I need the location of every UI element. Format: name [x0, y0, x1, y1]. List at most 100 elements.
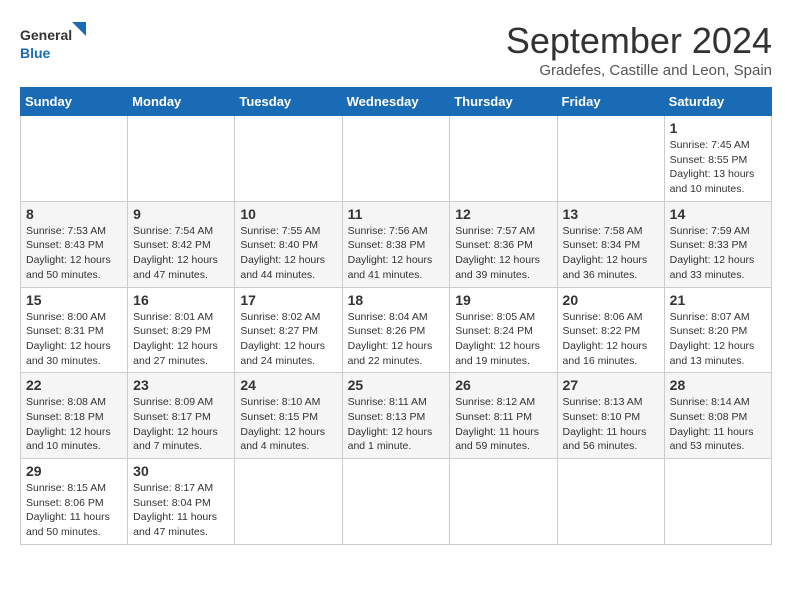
day-number: 16 — [133, 292, 229, 308]
day-info: Sunrise: 7:54 AMSunset: 8:42 PMDaylight:… — [133, 225, 218, 281]
calendar-day: 10 Sunrise: 7:55 AMSunset: 8:40 PMDaylig… — [235, 201, 342, 287]
weekday-header-sunday: Sunday — [21, 88, 128, 116]
day-number: 10 — [240, 206, 336, 222]
day-info: Sunrise: 8:05 AMSunset: 8:24 PMDaylight:… — [455, 311, 540, 367]
day-number: 27 — [563, 377, 659, 393]
day-info: Sunrise: 8:11 AMSunset: 8:13 PMDaylight:… — [348, 396, 433, 452]
weekday-header-wednesday: Wednesday — [342, 88, 450, 116]
calendar-day: 18 Sunrise: 8:04 AMSunset: 8:26 PMDaylig… — [342, 287, 450, 373]
day-number: 26 — [455, 377, 551, 393]
day-number: 29 — [26, 463, 122, 479]
calendar-week-row: 15 Sunrise: 8:00 AMSunset: 8:31 PMDaylig… — [21, 287, 772, 373]
weekday-header-monday: Monday — [128, 88, 235, 116]
calendar-day: 20 Sunrise: 8:06 AMSunset: 8:22 PMDaylig… — [557, 287, 664, 373]
calendar-day: 26 Sunrise: 8:12 AMSunset: 8:11 PMDaylig… — [450, 373, 557, 459]
day-info: Sunrise: 8:08 AMSunset: 8:18 PMDaylight:… — [26, 396, 111, 452]
day-number: 12 — [455, 206, 551, 222]
day-number: 21 — [670, 292, 766, 308]
day-info: Sunrise: 8:07 AMSunset: 8:20 PMDaylight:… — [670, 311, 755, 367]
empty-cell — [450, 116, 557, 202]
day-info: Sunrise: 8:06 AMSunset: 8:22 PMDaylight:… — [563, 311, 648, 367]
calendar-day: 25 Sunrise: 8:11 AMSunset: 8:13 PMDaylig… — [342, 373, 450, 459]
calendar-week-row: 22 Sunrise: 8:08 AMSunset: 8:18 PMDaylig… — [21, 373, 772, 459]
svg-text:Blue: Blue — [20, 45, 51, 61]
day-number: 15 — [26, 292, 122, 308]
calendar-day: 27 Sunrise: 8:13 AMSunset: 8:10 PMDaylig… — [557, 373, 664, 459]
title-area: September 2024 Gradefes, Castille and Le… — [506, 20, 772, 79]
day-info: Sunrise: 7:53 AMSunset: 8:43 PMDaylight:… — [26, 225, 111, 281]
day-number: 19 — [455, 292, 551, 308]
day-number: 13 — [563, 206, 659, 222]
day-number: 9 — [133, 206, 229, 222]
calendar-day: 12 Sunrise: 7:57 AMSunset: 8:36 PMDaylig… — [450, 201, 557, 287]
calendar-day: 21 Sunrise: 8:07 AMSunset: 8:20 PMDaylig… — [664, 287, 771, 373]
empty-cell — [342, 459, 450, 545]
calendar-week-row: 8 Sunrise: 7:53 AMSunset: 8:43 PMDayligh… — [21, 201, 772, 287]
day-info: Sunrise: 8:14 AMSunset: 8:08 PMDaylight:… — [670, 396, 754, 452]
empty-cell — [450, 459, 557, 545]
calendar-day: 8 Sunrise: 7:53 AMSunset: 8:43 PMDayligh… — [21, 201, 128, 287]
empty-cell — [557, 116, 664, 202]
calendar-day: 19 Sunrise: 8:05 AMSunset: 8:24 PMDaylig… — [450, 287, 557, 373]
day-info: Sunrise: 8:09 AMSunset: 8:17 PMDaylight:… — [133, 396, 218, 452]
weekday-header-thursday: Thursday — [450, 88, 557, 116]
calendar-day: 17 Sunrise: 8:02 AMSunset: 8:27 PMDaylig… — [235, 287, 342, 373]
logo-svg: General Blue — [20, 20, 90, 68]
day-info: Sunrise: 8:10 AMSunset: 8:15 PMDaylight:… — [240, 396, 325, 452]
day-number: 1 — [670, 120, 766, 136]
empty-cell — [557, 459, 664, 545]
day-number: 14 — [670, 206, 766, 222]
day-info: Sunrise: 7:57 AMSunset: 8:36 PMDaylight:… — [455, 225, 540, 281]
calendar-day: 11 Sunrise: 7:56 AMSunset: 8:38 PMDaylig… — [342, 201, 450, 287]
day-number: 11 — [348, 206, 445, 222]
calendar-day: 9 Sunrise: 7:54 AMSunset: 8:42 PMDayligh… — [128, 201, 235, 287]
calendar-day: 15 Sunrise: 8:00 AMSunset: 8:31 PMDaylig… — [21, 287, 128, 373]
calendar-day: 14 Sunrise: 7:59 AMSunset: 8:33 PMDaylig… — [664, 201, 771, 287]
month-title: September 2024 — [506, 20, 772, 62]
day-number: 17 — [240, 292, 336, 308]
day-number: 8 — [26, 206, 122, 222]
day-number: 28 — [670, 377, 766, 393]
day-info: Sunrise: 8:00 AMSunset: 8:31 PMDaylight:… — [26, 311, 111, 367]
calendar-table: SundayMondayTuesdayWednesdayThursdayFrid… — [20, 87, 772, 545]
day-number: 30 — [133, 463, 229, 479]
day-info: Sunrise: 7:45 AMSunset: 8:55 PMDaylight:… — [670, 139, 755, 195]
day-info: Sunrise: 8:12 AMSunset: 8:11 PMDaylight:… — [455, 396, 539, 452]
empty-cell — [342, 116, 450, 202]
calendar-day: 1 Sunrise: 7:45 AMSunset: 8:55 PMDayligh… — [664, 116, 771, 202]
calendar-day: 28 Sunrise: 8:14 AMSunset: 8:08 PMDaylig… — [664, 373, 771, 459]
day-number: 24 — [240, 377, 336, 393]
day-info: Sunrise: 8:04 AMSunset: 8:26 PMDaylight:… — [348, 311, 433, 367]
day-info: Sunrise: 8:13 AMSunset: 8:10 PMDaylight:… — [563, 396, 647, 452]
empty-cell — [128, 116, 235, 202]
header: General Blue September 2024 Gradefes, Ca… — [20, 20, 772, 79]
day-info: Sunrise: 8:01 AMSunset: 8:29 PMDaylight:… — [133, 311, 218, 367]
day-info: Sunrise: 7:56 AMSunset: 8:38 PMDaylight:… — [348, 225, 433, 281]
empty-cell — [235, 116, 342, 202]
empty-cell — [21, 116, 128, 202]
day-info: Sunrise: 7:55 AMSunset: 8:40 PMDaylight:… — [240, 225, 325, 281]
calendar-day: 29 Sunrise: 8:15 AMSunset: 8:06 PMDaylig… — [21, 459, 128, 545]
day-number: 25 — [348, 377, 445, 393]
calendar-day: 22 Sunrise: 8:08 AMSunset: 8:18 PMDaylig… — [21, 373, 128, 459]
weekday-header-row: SundayMondayTuesdayWednesdayThursdayFrid… — [21, 88, 772, 116]
empty-cell — [664, 459, 771, 545]
day-number: 23 — [133, 377, 229, 393]
day-info: Sunrise: 8:15 AMSunset: 8:06 PMDaylight:… — [26, 482, 110, 538]
day-number: 18 — [348, 292, 445, 308]
day-info: Sunrise: 7:59 AMSunset: 8:33 PMDaylight:… — [670, 225, 755, 281]
weekday-header-saturday: Saturday — [664, 88, 771, 116]
calendar-day: 23 Sunrise: 8:09 AMSunset: 8:17 PMDaylig… — [128, 373, 235, 459]
empty-cell — [235, 459, 342, 545]
calendar-day: 13 Sunrise: 7:58 AMSunset: 8:34 PMDaylig… — [557, 201, 664, 287]
svg-text:General: General — [20, 27, 72, 43]
day-number: 22 — [26, 377, 122, 393]
location-title: Gradefes, Castille and Leon, Spain — [506, 62, 772, 79]
day-info: Sunrise: 8:17 AMSunset: 8:04 PMDaylight:… — [133, 482, 217, 538]
calendar-week-row: 29 Sunrise: 8:15 AMSunset: 8:06 PMDaylig… — [21, 459, 772, 545]
weekday-header-friday: Friday — [557, 88, 664, 116]
calendar-week-row: 1 Sunrise: 7:45 AMSunset: 8:55 PMDayligh… — [21, 116, 772, 202]
logo: General Blue — [20, 20, 90, 68]
day-number: 20 — [563, 292, 659, 308]
calendar-day: 24 Sunrise: 8:10 AMSunset: 8:15 PMDaylig… — [235, 373, 342, 459]
